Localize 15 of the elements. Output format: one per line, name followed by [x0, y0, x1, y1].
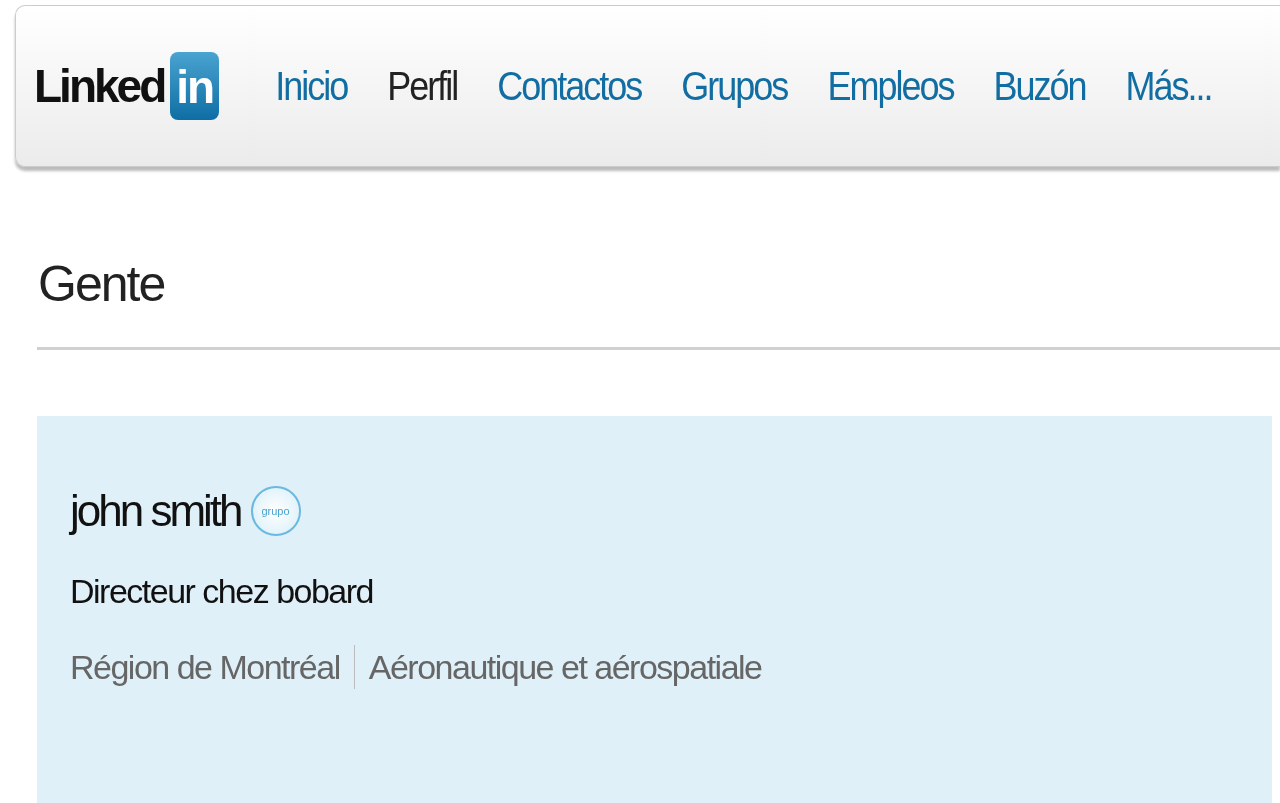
- nav-link[interactable]: Grupos: [681, 61, 788, 111]
- nav-link[interactable]: Contactos: [497, 61, 642, 111]
- person-headline: Directeur chez bobard: [70, 572, 374, 611]
- section-title: Gente: [38, 255, 166, 313]
- nav-link[interactable]: Buzón: [993, 61, 1086, 111]
- nav-link[interactable]: Perfil: [387, 61, 458, 111]
- logo-text: Linked: [34, 59, 165, 113]
- nav-link[interactable]: Empleos: [827, 61, 954, 111]
- group-badge: grupo: [250, 486, 301, 536]
- logo-badge: in: [170, 52, 220, 120]
- person-name-link[interactable]: john smith: [70, 486, 241, 536]
- nav-link[interactable]: Inicio: [275, 61, 348, 111]
- nav-link[interactable]: Más...: [1125, 61, 1212, 111]
- location-text: Région de Montréal: [70, 647, 340, 687]
- industry-text: Aéronautique et aérospatiale: [368, 647, 762, 687]
